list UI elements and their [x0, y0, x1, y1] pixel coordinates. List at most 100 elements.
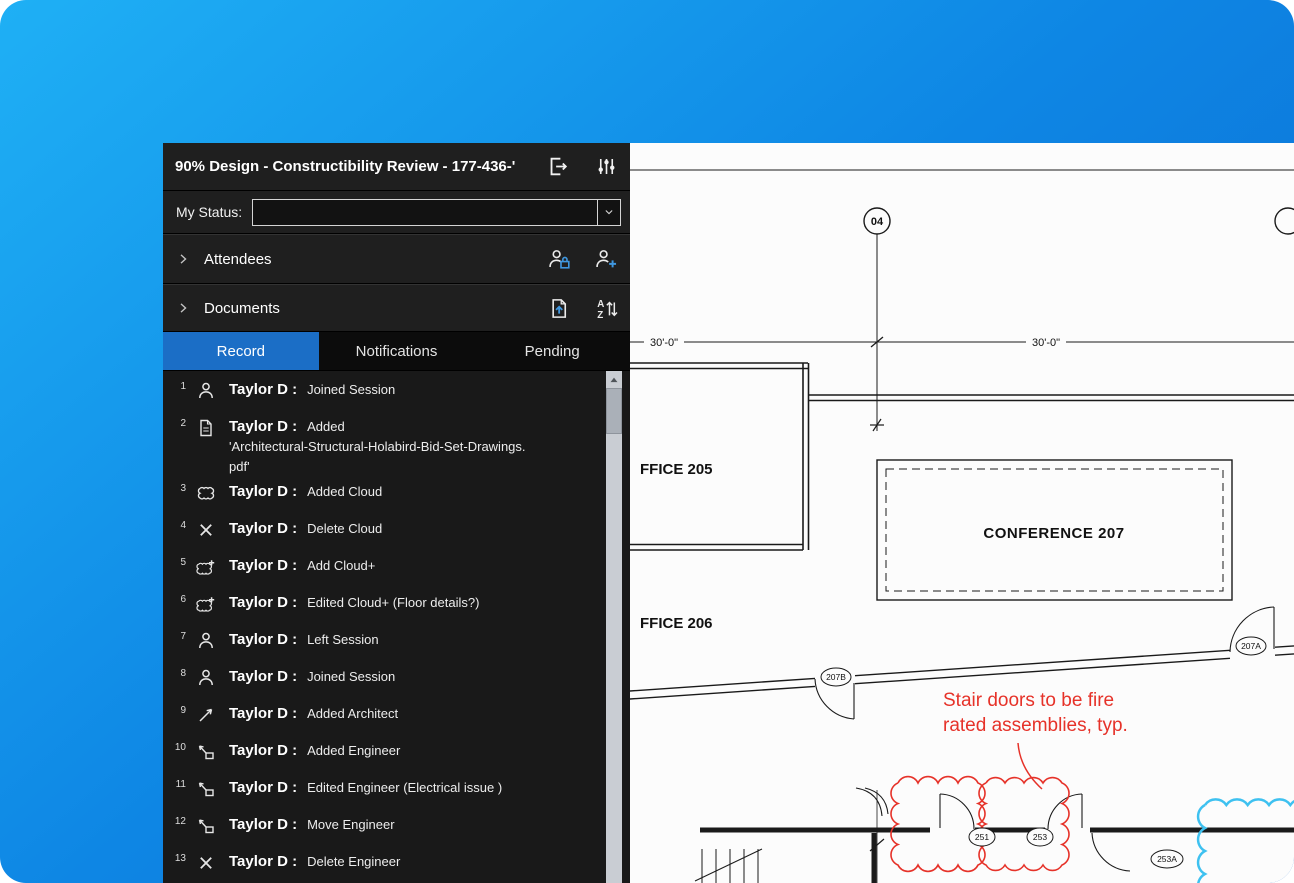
my-status-input[interactable]	[253, 200, 597, 225]
record-user-name: Taylor D :	[229, 705, 297, 722]
record-number: 8	[171, 666, 186, 679]
tab-bar: RecordNotificationsPending	[163, 332, 630, 371]
record-action: Joined Session	[307, 382, 395, 397]
walls	[630, 363, 1294, 550]
record-item[interactable]: 2Taylor D :Added 'Architectural-Structur…	[163, 414, 604, 479]
record-action: Edited Cloud+ (Floor details?)	[307, 595, 479, 610]
record-text: Taylor D :Delete Engineer	[229, 851, 400, 872]
sheet-lines	[630, 170, 1294, 883]
record-number: 1	[171, 379, 186, 392]
record-action: Added Cloud	[307, 484, 382, 499]
sort-az-icon[interactable]	[595, 297, 618, 320]
revision-cloud-left[interactable]	[891, 777, 985, 872]
record-text: Taylor D :Added Engineer	[229, 740, 400, 761]
text-markup-line2[interactable]: rated assemblies, typ.	[943, 715, 1128, 736]
door-tag-207a: 207A	[1241, 641, 1261, 651]
record-item[interactable]: 13 Taylor D :Delete Engineer	[163, 849, 604, 883]
record-action: Joined Session	[307, 669, 395, 684]
record-item[interactable]: 6 Taylor D : Edited Cloud+ (Floor details?…	[163, 590, 604, 627]
record-number: 3	[171, 481, 186, 494]
record-item[interactable]: 12Taylor D :Move Engineer	[163, 812, 604, 849]
record-number: 11	[171, 777, 186, 790]
door-tag-253a: 253A	[1157, 854, 1177, 864]
record-action: Delete Cloud	[307, 521, 382, 536]
stair-lines	[695, 849, 762, 883]
session-title: 90% Design - Constructibility Review - 1…	[175, 158, 536, 175]
note-leader-line[interactable]	[1018, 743, 1042, 789]
record-item[interactable]: 10 Taylor D :Added Engineer	[163, 738, 604, 775]
record-item[interactable]: 9Taylor D :Added Architect	[163, 701, 604, 738]
person-icon	[196, 631, 216, 651]
door-tag-251: 251	[975, 832, 989, 842]
record-item[interactable]: 4Taylor D :Delete Cloud	[163, 516, 604, 553]
revision-cloud-right[interactable]	[979, 778, 1069, 871]
record-user-name: Taylor D :	[229, 779, 297, 796]
record-user-name: Taylor D :	[229, 594, 297, 611]
cloud-plus-icon	[196, 594, 216, 614]
room-label-office-205: FFICE 205	[640, 461, 713, 478]
record-user-name: Taylor D :	[229, 742, 297, 759]
record-item[interactable]: 11 Taylor D : Edited Engineer (Electrical …	[163, 775, 604, 812]
chevron-right-icon	[175, 300, 191, 316]
record-user-name: Taylor D :	[229, 381, 297, 398]
grid-bubble-partial	[1275, 208, 1294, 234]
my-status-dropdown-button[interactable]	[597, 200, 620, 225]
door-tag-207b: 207B	[826, 672, 846, 682]
record-scrollbar[interactable]	[606, 371, 622, 883]
my-status-row: My Status:	[163, 191, 630, 234]
record-text: Taylor D : Joined Session	[229, 379, 395, 400]
session-settings-icon[interactable]	[595, 155, 618, 178]
documents-label: Documents	[204, 300, 280, 317]
record-item[interactable]: 7 Taylor D :Left Session	[163, 627, 604, 664]
record-text: Taylor D :Added Architect	[229, 703, 398, 724]
record-number: 7	[171, 629, 186, 642]
record-user-name: Taylor D :	[229, 557, 297, 574]
person-icon	[196, 668, 216, 688]
record-item[interactable]: 1 Taylor D : Joined Session	[163, 377, 604, 414]
record-action: Edited Engineer (Electrical issue )	[307, 780, 502, 795]
record-user-name: Taylor D :	[229, 418, 297, 435]
record-text: Taylor D :Add Cloud+	[229, 555, 375, 576]
record-number: 5	[171, 555, 186, 568]
tab-record[interactable]: Record	[163, 332, 319, 370]
add-document-icon[interactable]	[548, 297, 571, 320]
highlight-cloud[interactable]	[1198, 799, 1294, 883]
record-number: 6	[171, 592, 186, 605]
my-status-dropdown[interactable]	[252, 199, 621, 226]
record-item[interactable]: 8 Taylor D : Joined Session	[163, 664, 604, 701]
record-number: 12	[171, 814, 186, 827]
record-action: Left Session	[307, 632, 379, 647]
documents-section[interactable]: Documents	[163, 284, 630, 332]
record-number: 13	[171, 851, 186, 864]
scrollbar-thumb[interactable]	[606, 388, 622, 434]
callout-icon	[196, 816, 216, 836]
tab-pending[interactable]: Pending	[474, 332, 630, 370]
record-item[interactable]: 5 Taylor D :Add Cloud+	[163, 553, 604, 590]
floorplan-view[interactable]: 04 30'-0" 30'-0" FFICE 205 CONFERENCE 20…	[630, 143, 1294, 883]
attendees-label: Attendees	[204, 251, 272, 268]
record-number: 2	[171, 416, 186, 429]
record-user-name: Taylor D :	[229, 668, 297, 685]
tab-notifications[interactable]: Notifications	[319, 332, 475, 370]
record-text: Taylor D : Added Cloud	[229, 481, 382, 502]
record-text: Taylor D : Edited Engineer (Electrical is…	[229, 777, 502, 798]
text-markup-line1[interactable]: Stair doors to be fire	[943, 690, 1114, 711]
record-user-name: Taylor D :	[229, 816, 297, 833]
invite-attendee-icon[interactable]	[595, 248, 618, 271]
arrow-icon	[196, 705, 216, 725]
dimension-label-left: 30'-0"	[650, 337, 678, 349]
leave-session-icon[interactable]	[546, 155, 569, 178]
callout-icon	[196, 779, 216, 799]
scrollbar-up-button[interactable]	[606, 371, 622, 389]
record-number: 10	[171, 740, 186, 753]
screen-background: 90% Design - Constructibility Review - 1…	[0, 0, 1294, 883]
restrict-attendees-icon[interactable]	[548, 248, 571, 271]
record-item[interactable]: 3 Taylor D : Added Cloud	[163, 479, 604, 516]
record-list: 1Taylor D :Joined Session2Taylor D :Adde…	[163, 377, 604, 883]
record-user-name: Taylor D :	[229, 483, 297, 500]
record-text: Taylor D :Left Session	[229, 629, 379, 650]
session-header: 90% Design - Constructibility Review - 1…	[163, 143, 630, 191]
chevron-right-icon	[175, 251, 191, 267]
attendees-section[interactable]: Attendees	[163, 234, 630, 284]
record-text: Taylor D : Joined Session	[229, 666, 395, 687]
